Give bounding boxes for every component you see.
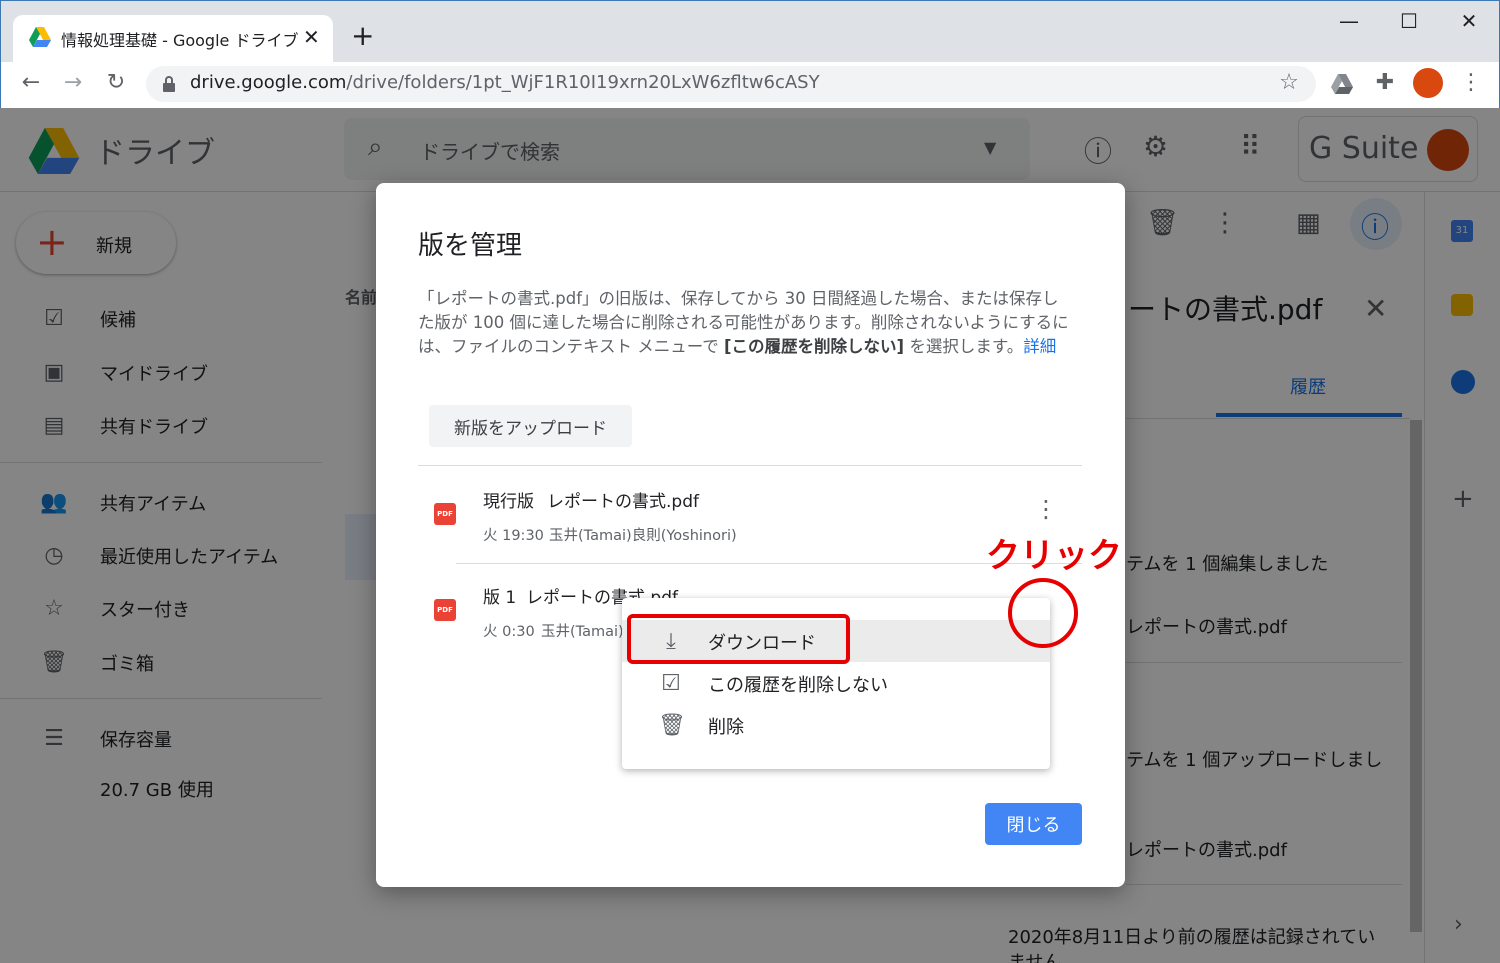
new-tab-icon[interactable]: + <box>351 19 374 52</box>
menu-keep-label: この履歴を削除しない <box>708 675 888 696</box>
extensions-icon[interactable]: ✚ <box>1370 70 1400 95</box>
browser-menu-icon[interactable]: ⋮ <box>1456 70 1486 95</box>
dialog-description: 「レポートの書式.pdf」の旧版は、保存してから 30 日間経過した場合、または… <box>418 287 1072 359</box>
browser-tab[interactable]: 情報処理基礎 - Google ドライブ ✕ <box>13 15 333 63</box>
url-path: /drive/folders/1pt_WjF1R10I19xrn20LxW6zf… <box>346 72 820 93</box>
drive-extension-icon[interactable] <box>1331 74 1353 94</box>
window-close-icon[interactable]: ✕ <box>1449 9 1489 33</box>
dialog-title: 版を管理 <box>418 231 523 261</box>
details-link[interactable]: 詳細 <box>1023 337 1056 356</box>
version-label-v1: 版 1 <box>483 588 517 608</box>
drive-logo-icon <box>29 27 51 47</box>
menu-item-delete[interactable]: 🗑 削除 <box>622 704 1050 746</box>
desc-bold: [この履歴を削除しない] <box>724 337 905 356</box>
menu-item-keep-forever[interactable]: ☑ この履歴を削除しない <box>622 662 1050 704</box>
version-more-icon[interactable]: ⋮ <box>1034 497 1058 521</box>
url-text: drive.google.com/drive/folders/1pt_WjF1R… <box>190 72 820 93</box>
address-bar[interactable]: drive.google.com/drive/folders/1pt_WjF1R… <box>146 66 1316 102</box>
version-time-v1: 火 0:30 <box>483 624 535 640</box>
tab-title: 情報処理基礎 - Google ドライブ <box>61 31 299 50</box>
back-icon[interactable]: ← <box>16 70 46 95</box>
url-host: drive.google.com <box>190 72 347 93</box>
maximize-icon[interactable]: ☐ <box>1389 9 1429 33</box>
dialog-divider <box>418 465 1082 466</box>
bookmark-star-icon[interactable]: ☆ <box>1274 70 1304 95</box>
pdf-file-icon: PDF <box>434 503 456 525</box>
close-dialog-button[interactable]: 閉じる <box>985 803 1082 845</box>
click-target-circle <box>1008 578 1078 648</box>
minimize-icon[interactable]: — <box>1329 9 1369 33</box>
forward-icon[interactable]: → <box>58 70 88 95</box>
menu-delete-label: 削除 <box>708 717 744 738</box>
browser-tabstrip: 情報処理基礎 - Google ドライブ ✕ + — ☐ ✕ <box>0 0 1500 63</box>
reload-icon[interactable]: ↻ <box>101 70 131 95</box>
version-author-v1: 玉井(Tamai) <box>541 624 624 640</box>
version-time-current: 火 19:30 <box>483 528 544 544</box>
upload-new-version-button[interactable]: 新版をアップロード <box>429 405 632 447</box>
version-author-current: 玉井(Tamai)良則(Yoshinori) <box>549 528 737 544</box>
click-annotation-label: クリック <box>986 536 1122 576</box>
version-filename-current: レポートの書式.pdf <box>547 492 699 512</box>
trash-icon: 🗑 <box>658 713 686 738</box>
tab-close-icon[interactable]: ✕ <box>303 25 320 49</box>
checkbox-checked-icon: ☑ <box>661 671 681 696</box>
profile-avatar[interactable] <box>1413 68 1443 98</box>
version-label-current: 現行版 <box>483 492 534 512</box>
lock-icon <box>163 76 175 92</box>
desc-text-2: を選択します。 <box>904 337 1024 356</box>
pdf-file-icon: PDF <box>434 599 456 621</box>
download-highlight-box <box>627 614 850 664</box>
